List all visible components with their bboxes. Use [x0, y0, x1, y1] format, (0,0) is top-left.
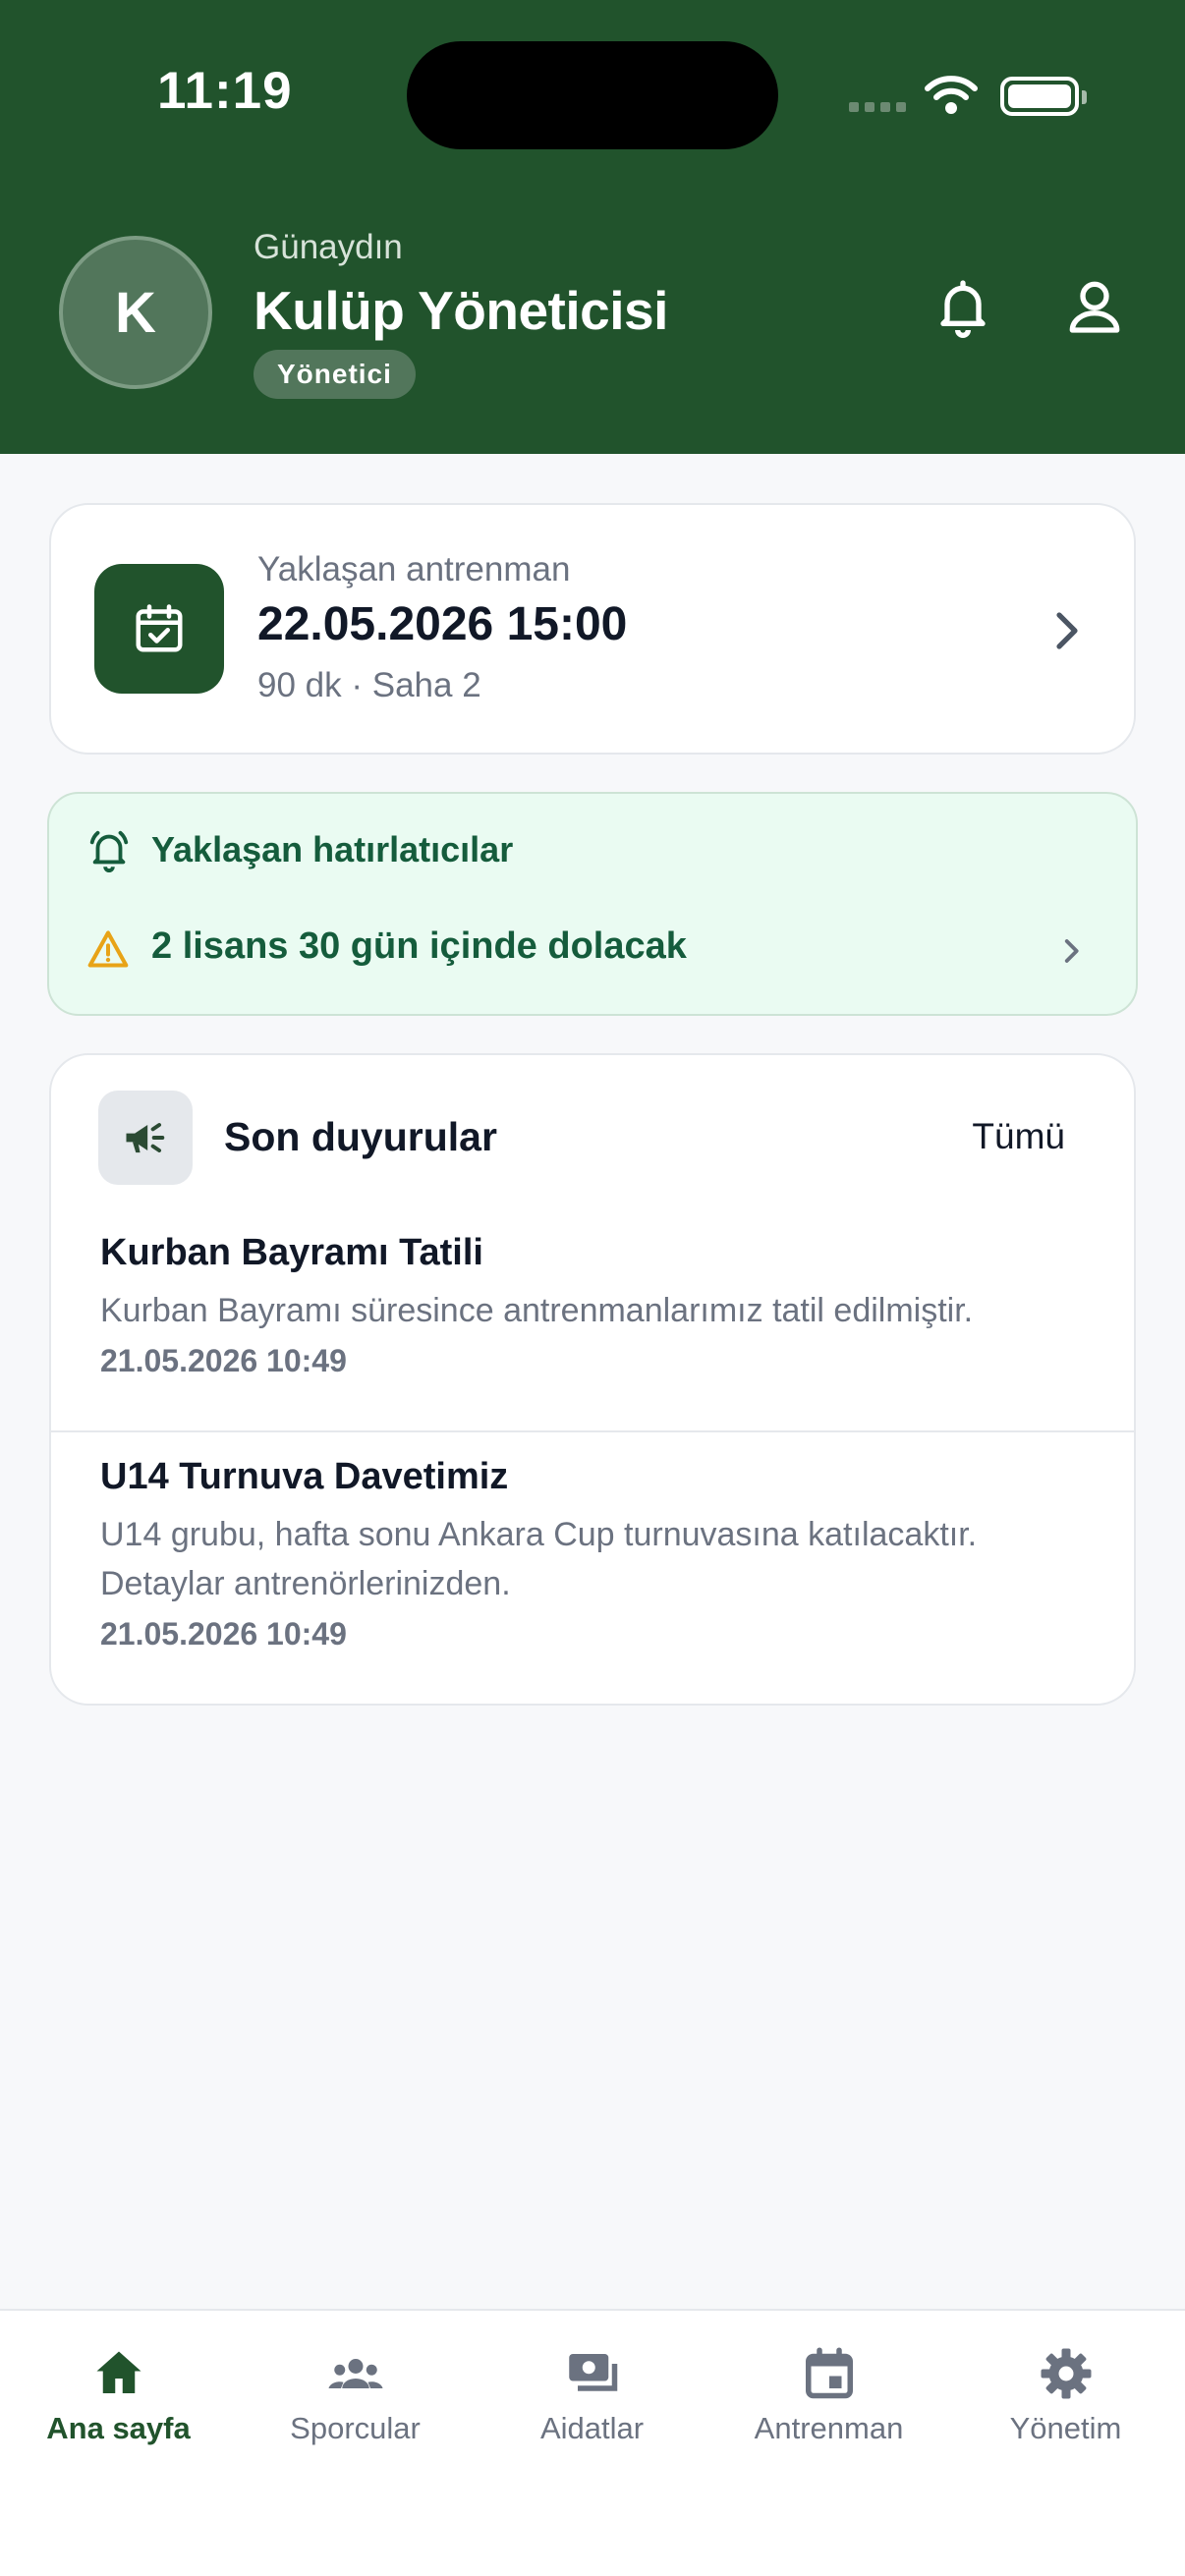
training-datetime: 22.05.2026 15:00 — [257, 598, 628, 650]
profile-icon[interactable] — [1063, 275, 1126, 338]
dynamic-island — [407, 41, 778, 149]
nav-item-home[interactable]: Ana sayfa — [0, 2311, 237, 2468]
nav-item-athletes[interactable]: Sporcular — [237, 2311, 474, 2468]
greeting-text: Günaydın — [254, 228, 403, 266]
wifi-icon — [925, 76, 978, 114]
reminder-item[interactable]: 2 lisans 30 gün içinde dolacak — [49, 902, 1136, 996]
announcement-date: 21.05.2026 10:49 — [100, 1343, 347, 1378]
training-label: Yaklaşan antrenman — [257, 550, 571, 588]
view-all-link[interactable]: Tümü — [972, 1116, 1065, 1157]
announcement-item[interactable]: Kurban Bayramı Tatili Kurban Bayramı sür… — [100, 1232, 1093, 1379]
divider — [51, 1430, 1134, 1432]
announcement-body: U14 grubu, hafta sonu Ankara Cup turnuva… — [100, 1516, 978, 1602]
people-icon — [328, 2359, 382, 2388]
reminders-title: Yaklaşan hatırlatıcılar — [151, 829, 514, 869]
nav-label: Yönetim — [1009, 2411, 1122, 2445]
announcement-title: U14 Turnuva Davetimiz — [100, 1456, 509, 1497]
megaphone-icon — [98, 1091, 193, 1185]
reminders-card: Yaklaşan hatırlatıcılar 2 lisans 30 gün … — [47, 792, 1138, 1016]
payments-icon — [568, 2354, 617, 2391]
chevron-right-icon — [1056, 612, 1078, 649]
calendar-icon — [805, 2347, 853, 2399]
nav-label: Aidatlar — [539, 2411, 645, 2445]
user-name: Kulüp Yöneticisi — [254, 280, 668, 341]
bell-icon[interactable] — [931, 275, 994, 338]
home-icon — [96, 2351, 141, 2393]
upcoming-training-card[interactable]: Yaklaşan antrenman 22.05.2026 15:00 90 d… — [49, 503, 1136, 755]
reminder-text: 2 lisans 30 gün içinde dolacak — [151, 925, 687, 967]
calendar-check-icon — [94, 564, 224, 694]
bell-alert-icon — [89, 830, 129, 872]
settings-icon — [1041, 2348, 1091, 2399]
nav-item-training[interactable]: Antrenman — [710, 2311, 947, 2468]
warning-icon — [87, 930, 129, 968]
announcement-title: Kurban Bayramı Tatili — [100, 1232, 483, 1273]
announcement-date: 21.05.2026 10:49 — [100, 1616, 347, 1652]
training-meta: 90 dk · Saha 2 — [257, 666, 481, 704]
battery-icon — [1000, 77, 1087, 116]
announcements-title: Son duyurular — [224, 1114, 497, 1159]
chevron-right-icon — [1064, 939, 1079, 963]
nav-item-management[interactable]: Yönetim — [947, 2311, 1184, 2468]
app-header: 11:19 K Günaydın Kulüp Yöneticisi Yöneti… — [0, 0, 1185, 454]
signal-icon — [849, 102, 906, 112]
role-badge: Yönetici — [254, 350, 416, 399]
nav-label: Ana sayfa — [46, 2411, 191, 2445]
nav-label: Antrenman — [754, 2411, 904, 2445]
bottom-navigation: Ana sayfa Sporcular Aidatlar Antrenman Y… — [0, 2309, 1185, 2576]
announcement-body: Kurban Bayramı süresince antrenmanlarımı… — [100, 1292, 974, 1329]
avatar[interactable]: K — [59, 236, 212, 389]
announcements-card: Son duyurular Tümü Kurban Bayramı Tatili… — [49, 1053, 1136, 1706]
nav-label: Sporcular — [290, 2411, 421, 2445]
announcement-item[interactable]: U14 Turnuva Davetimiz U14 grubu, hafta s… — [100, 1456, 1093, 1652]
status-time: 11:19 — [157, 62, 293, 120]
nav-item-dues[interactable]: Aidatlar — [474, 2311, 710, 2468]
